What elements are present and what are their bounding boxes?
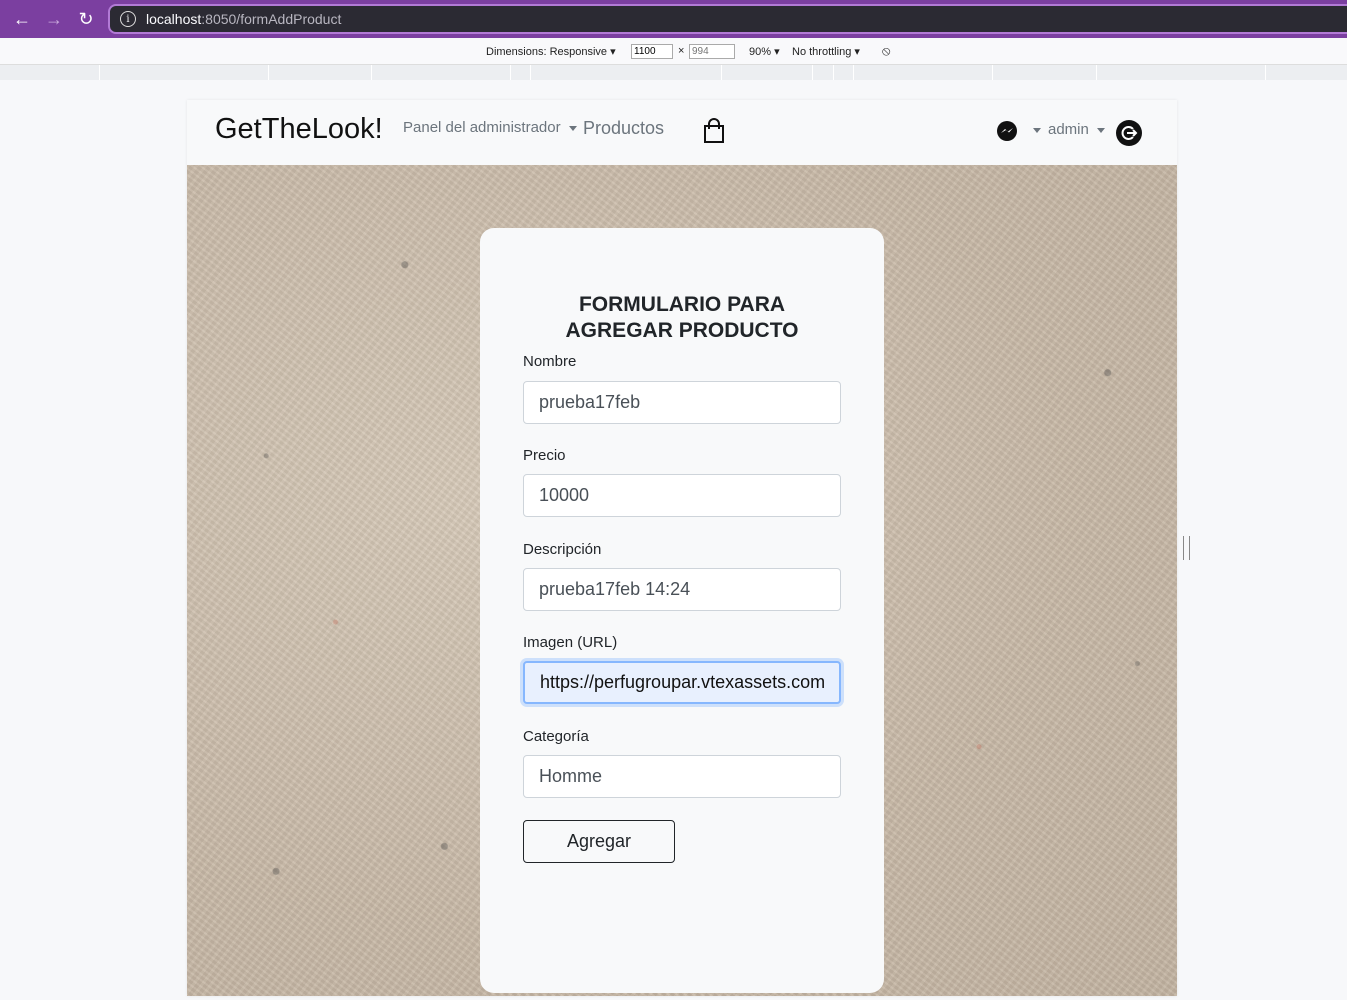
image-url-input[interactable] [523,661,841,704]
reload-icon[interactable]: ↻ [70,0,102,38]
name-input[interactable] [523,381,841,424]
times-sign: × [678,45,685,57]
site-info-icon[interactable]: i [120,11,136,27]
address-bar[interactable]: i localhost:8050/formAddProduct [108,4,1347,34]
form-title-line1: FORMULARIO PARA [578,293,786,316]
viewport-width-input[interactable] [631,44,673,59]
chevron-down-icon[interactable] [1033,128,1041,133]
media-query-ruler [0,65,1347,80]
dimensions-dropdown[interactable]: Dimensions: Responsive ▾ [486,45,616,58]
brand-logo[interactable]: GetTheLook! [215,113,383,146]
rotate-icon[interactable]: ⦸ [882,43,890,59]
image-url-label: Imagen (URL) [523,634,618,651]
admin-panel-dropdown[interactable]: Panel del administrador [403,119,577,136]
textured-background: FORMULARIO PARA AGREGAR PRODUCTO Nombre … [187,165,1177,996]
price-label: Precio [523,447,566,464]
chevron-down-icon [568,125,577,131]
throttling-dropdown[interactable]: No throttling ▾ [792,45,860,58]
name-label: Nombre [523,353,577,370]
add-product-form: FORMULARIO PARA AGREGAR PRODUCTO Nombre … [480,228,884,993]
username: admin [1048,121,1089,138]
user-dropdown[interactable]: admin [1048,121,1105,138]
form-title: FORMULARIO PARA AGREGAR PRODUCTO [480,292,884,344]
throttling-label: No throttling [792,46,852,58]
zoom-dropdown[interactable]: 90% ▾ [749,45,780,58]
products-link[interactable]: Productos [583,118,664,139]
forward-arrow-icon[interactable]: → [38,0,70,38]
url-host: localhost [146,11,202,27]
form-title-line2: AGREGAR PRODUCTO [565,319,799,342]
browser-toolbar: ← → ↻ i localhost:8050/formAddProduct [0,0,1347,38]
responsive-design-toolbar: Dimensions: Responsive ▾ × 90% ▾ No thro… [0,40,1347,65]
category-input[interactable] [523,755,841,798]
submit-button[interactable]: Agregar [523,820,675,863]
description-label: Descripción [523,541,602,558]
navbar: GetTheLook! Panel del administrador Prod… [187,100,1177,165]
back-arrow-icon[interactable]: ← [6,0,38,38]
url-path: :8050/formAddProduct [201,11,342,27]
viewport-height-input[interactable] [689,44,735,59]
page-viewport: GetTheLook! Panel del administrador Prod… [187,100,1177,996]
admin-panel-label: Panel del administrador [403,119,561,136]
category-label: Categoría [523,728,589,745]
description-input[interactable] [523,568,841,611]
zoom-label: 90% [749,46,772,58]
shopping-bag-icon[interactable] [702,118,726,149]
viewport-resize-handle[interactable] [1183,536,1190,560]
messenger-icon[interactable] [995,119,1019,148]
price-input[interactable] [523,474,841,517]
dimensions-label: Dimensions: Responsive [486,46,608,58]
chevron-down-icon [1096,127,1105,133]
logout-icon[interactable] [1116,120,1142,146]
